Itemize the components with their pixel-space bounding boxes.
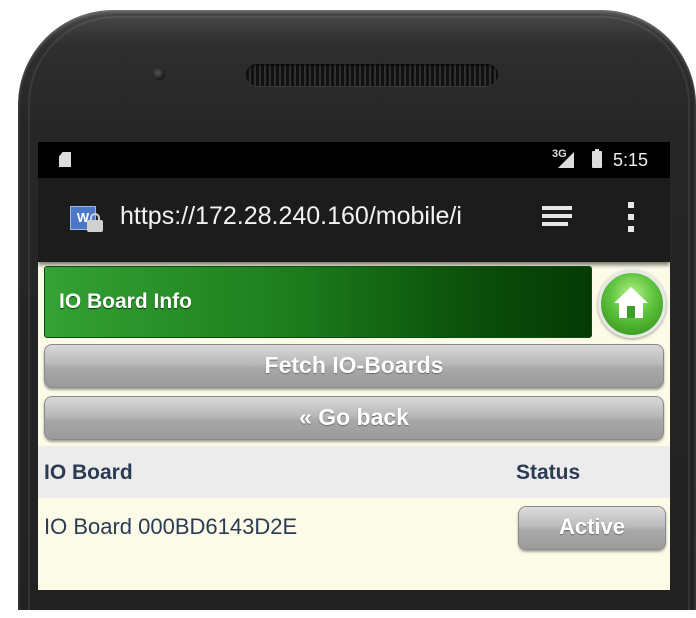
table-header: IO Board Status <box>38 446 670 498</box>
status-clock: 5:15 <box>613 150 649 170</box>
go-back-button[interactable]: « Go back <box>44 396 664 440</box>
page-title: IO Board Info <box>59 290 192 313</box>
battery-icon <box>592 149 602 168</box>
url-text[interactable]: https://172.28.240.160/mobile/i <box>120 202 540 231</box>
tabs-icon[interactable] <box>542 206 574 230</box>
lock-icon <box>87 213 103 232</box>
status-bar: 3G 5:15 <box>38 142 670 178</box>
sd-card-icon <box>59 152 71 167</box>
front-camera <box>153 68 165 80</box>
browser-url-bar: W https://172.28.240.160/mobile/i <box>38 178 670 262</box>
device-screen: 3G 5:15 W https://172.28.240.160/mobile/… <box>38 142 670 590</box>
overflow-menu-icon[interactable] <box>628 202 634 234</box>
earpiece-speaker <box>246 64 498 86</box>
column-header-status: Status <box>516 461 581 484</box>
io-board-name: IO Board 000BD6143D2E <box>44 514 298 539</box>
home-button[interactable] <box>598 270 666 338</box>
table-row: IO Board 000BD6143D2E Active <box>38 498 670 554</box>
network-type-label: 3G <box>552 148 567 160</box>
column-header-io-board: IO Board <box>44 461 133 484</box>
home-icon <box>614 287 648 318</box>
fetch-io-boards-button[interactable]: Fetch IO-Boards <box>44 344 664 388</box>
status-active-button[interactable]: Active <box>518 506 666 550</box>
page-header: IO Board Info <box>44 266 592 338</box>
